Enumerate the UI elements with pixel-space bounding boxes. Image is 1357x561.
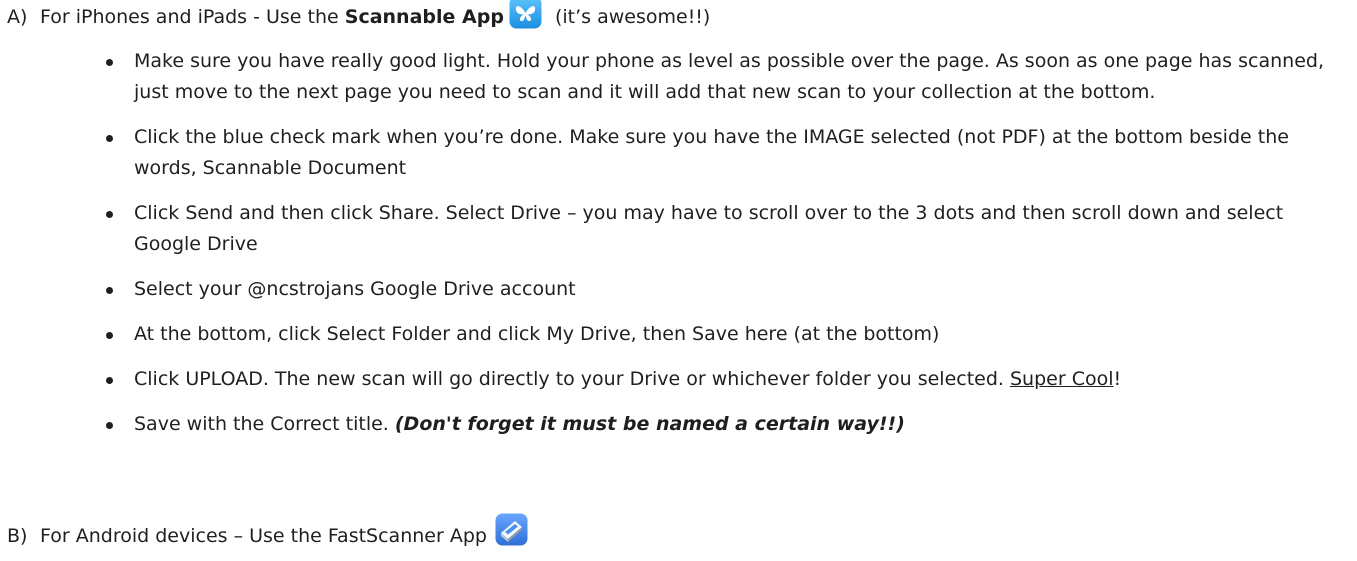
section-b-marker: B) <box>7 525 28 547</box>
section-a-intro: For iPhones and iPads - Use the Scannabl… <box>40 2 504 33</box>
scanner-app-icon <box>495 513 528 546</box>
super-cool-text: Super Cool <box>1010 368 1114 390</box>
document-page: A) For iPhones and iPads - Use the Scann… <box>0 0 1357 561</box>
list-item: Click UPLOAD. The new scan will go direc… <box>106 364 1346 395</box>
list-item-text: Select your @ncstrojans Google Drive acc… <box>134 278 576 300</box>
list-item-text: Click UPLOAD. The new scan will go direc… <box>134 368 1010 390</box>
section-a-intro-text: For iPhones and iPads - Use the <box>40 6 345 28</box>
instruction-list: Make sure you have really good light. Ho… <box>106 46 1346 454</box>
list-item: Make sure you have really good light. Ho… <box>106 46 1346 108</box>
list-item: Select your @ncstrojans Google Drive acc… <box>106 274 1346 305</box>
list-item: Save with the Correct title. (Don't forg… <box>106 409 1346 440</box>
list-item-text: Click Send and then click Share. Select … <box>134 202 1284 255</box>
list-item-text: Make sure you have really good light. Ho… <box>134 50 1324 103</box>
butterfly-app-icon <box>509 0 542 29</box>
scannable-app-name: Scannable App <box>344 6 504 28</box>
list-item: Click Send and then click Share. Select … <box>106 198 1346 260</box>
list-item-end: ! <box>1113 368 1122 390</box>
section-a-heading: A) For iPhones and iPads - Use the Scann… <box>7 0 710 33</box>
list-item-text: At the bottom, click Select Folder and c… <box>134 323 940 345</box>
list-item-text: Save with the Correct title. <box>134 413 395 435</box>
section-a-suffix: (it’s awesome!!) <box>548 6 711 28</box>
section-a-marker: A) <box>7 6 28 28</box>
section-b-heading: B) For Android devices – Use the FastSca… <box>7 513 535 552</box>
list-item: Click the blue check mark when you’re do… <box>106 122 1346 184</box>
section-b-text: For Android devices – Use the FastScanne… <box>40 525 487 547</box>
list-item: At the bottom, click Select Folder and c… <box>106 319 1346 350</box>
naming-warning: (Don't forget it must be named a certain… <box>394 413 905 435</box>
list-item-text: Click the blue check mark when you’re do… <box>134 126 1289 179</box>
